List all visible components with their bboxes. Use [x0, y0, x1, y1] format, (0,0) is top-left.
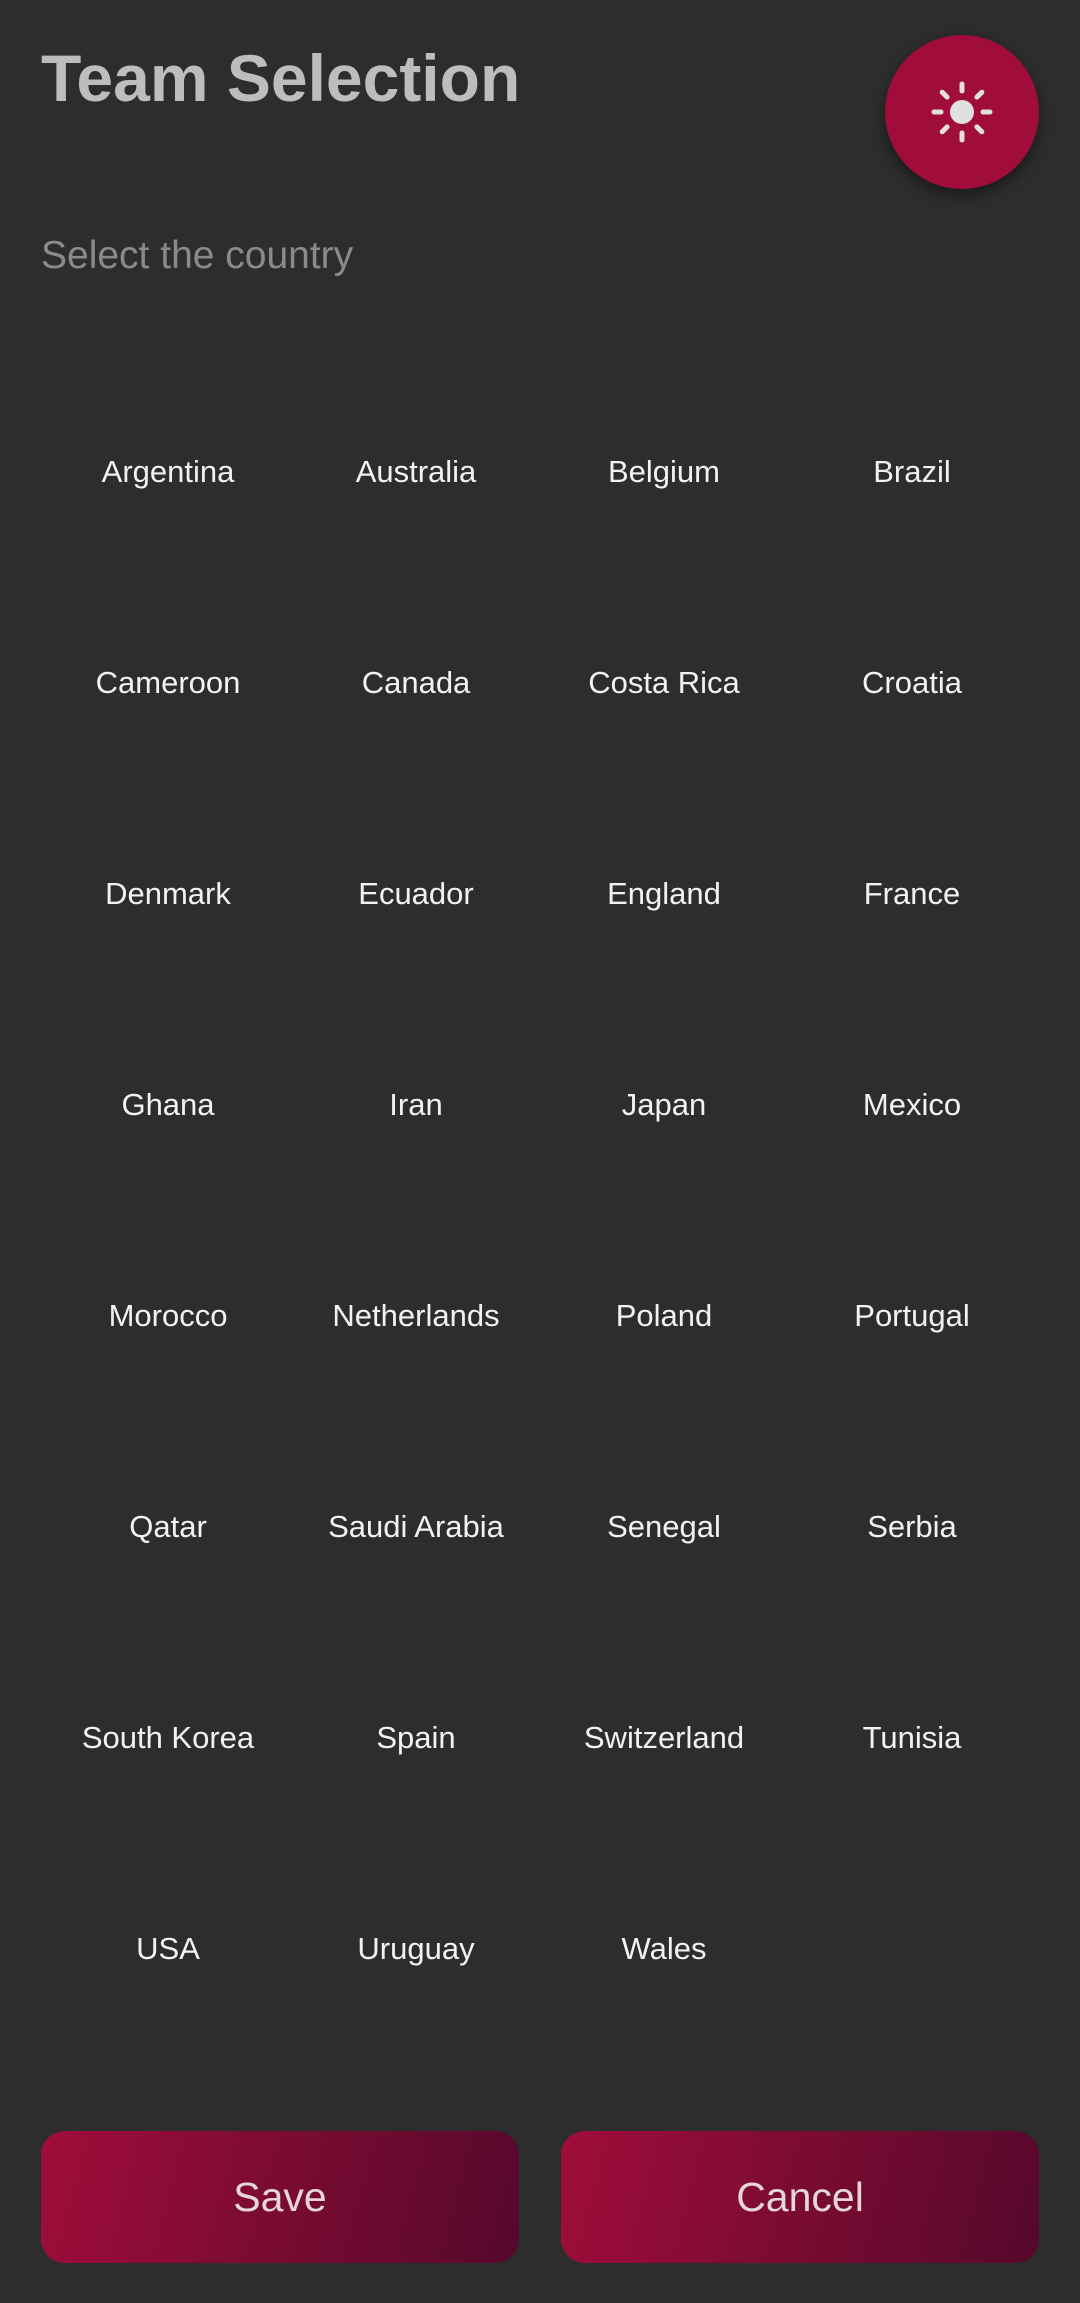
country-option[interactable]: Switzerland — [540, 1632, 788, 1843]
sun-icon — [930, 80, 994, 144]
country-option[interactable]: Argentina — [44, 366, 292, 577]
country-option[interactable]: Croatia — [788, 577, 1036, 788]
country-option[interactable]: Qatar — [44, 1421, 292, 1632]
theme-toggle-button[interactable] — [885, 35, 1039, 189]
country-option[interactable]: Costa Rica — [540, 577, 788, 788]
country-option[interactable]: Poland — [540, 1210, 788, 1421]
country-option[interactable]: Ghana — [44, 999, 292, 1210]
country-option[interactable]: Mexico — [788, 999, 1036, 1210]
country-option[interactable]: Spain — [292, 1632, 540, 1843]
country-option[interactable]: France — [788, 788, 1036, 999]
country-option[interactable]: USA — [44, 1843, 292, 2054]
country-option[interactable]: Cameroon — [44, 577, 292, 788]
country-option[interactable]: Morocco — [44, 1210, 292, 1421]
page-title: Team Selection — [41, 41, 521, 115]
team-selection-screen: Team Selection Select the country Argent… — [0, 0, 1080, 2303]
action-bar: Save Cancel — [41, 2131, 1039, 2263]
country-option[interactable]: Saudi Arabia — [292, 1421, 540, 1632]
country-option[interactable]: Portugal — [788, 1210, 1036, 1421]
country-option[interactable]: Canada — [292, 577, 540, 788]
country-option[interactable]: Wales — [540, 1843, 788, 2054]
country-option[interactable]: Japan — [540, 999, 788, 1210]
country-option[interactable]: Tunisia — [788, 1632, 1036, 1843]
country-option[interactable]: Iran — [292, 999, 540, 1210]
country-option[interactable]: Brazil — [788, 366, 1036, 577]
page-subtitle: Select the country — [41, 234, 354, 277]
save-button[interactable]: Save — [41, 2131, 519, 2263]
cancel-button[interactable]: Cancel — [561, 2131, 1039, 2263]
country-option[interactable]: Senegal — [540, 1421, 788, 1632]
country-option[interactable]: England — [540, 788, 788, 999]
country-option[interactable]: South Korea — [44, 1632, 292, 1843]
country-option[interactable]: Serbia — [788, 1421, 1036, 1632]
country-grid: Argentina Australia Belgium Brazil Cameroon C… — [0, 366, 1080, 2054]
country-option[interactable]: Denmark — [44, 788, 292, 999]
country-option[interactable]: Australia — [292, 366, 540, 577]
country-option[interactable]: Netherlands — [292, 1210, 540, 1421]
country-option[interactable]: Ecuador — [292, 788, 540, 999]
country-option[interactable]: Belgium — [540, 366, 788, 577]
country-option[interactable]: Uruguay — [292, 1843, 540, 2054]
